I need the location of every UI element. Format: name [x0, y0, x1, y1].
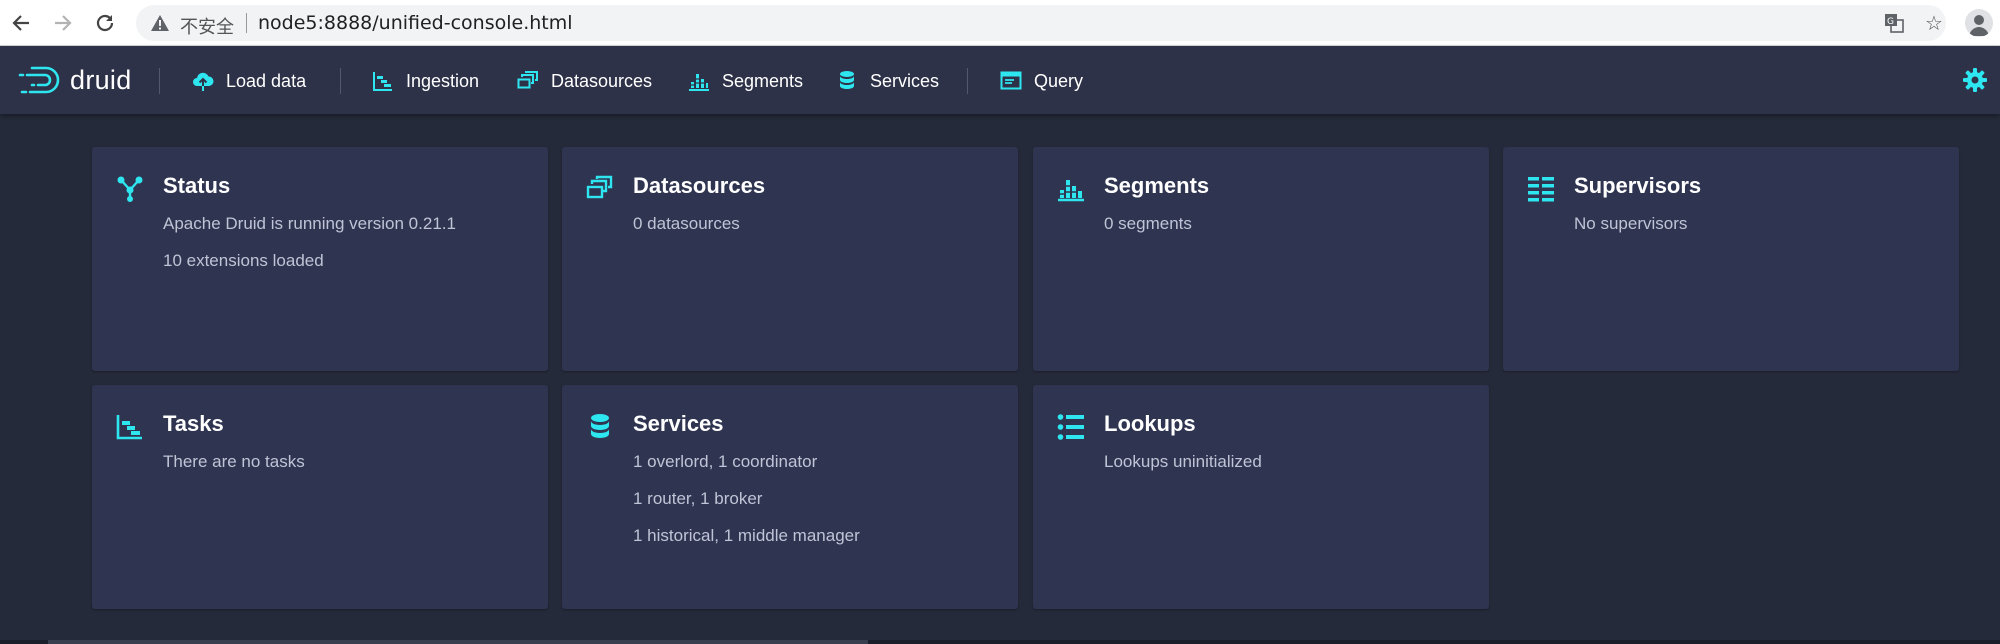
database-icon	[591, 414, 609, 438]
nav-load-data[interactable]: Load data	[192, 66, 306, 96]
warning-icon	[151, 15, 169, 31]
nav-label: Services	[870, 70, 940, 91]
git-branch-icon	[117, 176, 143, 202]
database-icon	[840, 71, 854, 89]
nav-label: Datasources	[551, 70, 653, 91]
card-title: Tasks	[163, 411, 224, 436]
back-arrow-icon	[12, 15, 29, 31]
card-text: 10 extensions loaded	[163, 251, 324, 270]
multi-select-icon	[586, 175, 613, 199]
application-icon	[1000, 71, 1022, 90]
navbar-divider	[340, 68, 341, 94]
settings-gear-icon[interactable]	[1962, 67, 1988, 93]
datasources-card[interactable]: Datasources 0 datasources	[562, 147, 1018, 371]
segments-card[interactable]: Segments 0 segments	[1033, 147, 1489, 371]
properties-list-icon	[1057, 414, 1084, 440]
multi-select-icon	[517, 71, 538, 89]
card-title: Segments	[1104, 173, 1210, 198]
stacked-chart-icon	[1058, 180, 1084, 202]
logo-text: druid	[70, 64, 132, 95]
svg-text:G: G	[1887, 17, 1894, 27]
card-text: 0 datasources	[633, 214, 740, 233]
omnibox-divider	[246, 13, 247, 33]
nav-label: Load data	[226, 70, 307, 91]
card-text: Lookups uninitialized	[1104, 452, 1262, 471]
card-title: Supervisors	[1574, 173, 1702, 198]
card-title: Status	[163, 173, 231, 198]
card-title: Lookups	[1104, 411, 1196, 436]
insecure-label: 不安全	[180, 17, 234, 38]
stacked-chart-icon	[689, 74, 709, 91]
card-text: Apache Druid is running version 0.21.1	[163, 214, 456, 233]
url-text[interactable]: node5:8888/unified-console.html	[258, 12, 573, 34]
nav-datasources[interactable]: Datasources	[517, 66, 652, 96]
back-button[interactable]	[6, 8, 36, 38]
card-text: There are no tasks	[163, 452, 305, 471]
card-text: 0 segments	[1104, 214, 1192, 233]
nav-services[interactable]: Services	[836, 66, 939, 96]
forward-button[interactable]	[48, 8, 78, 38]
gantt-chart-icon	[373, 72, 392, 91]
address-bar[interactable]: 不安全 node5:8888/unified-console.html G ☆	[136, 5, 1946, 41]
gantt-chart-icon	[116, 415, 142, 440]
status-card[interactable]: Status Apache Druid is running version 0…	[92, 147, 548, 371]
supervisors-card[interactable]: Supervisors No supervisors	[1503, 147, 1959, 371]
profile-avatar-icon[interactable]	[1965, 9, 1993, 37]
nav-label: Ingestion	[406, 70, 480, 91]
card-text: 1 historical, 1 middle manager	[633, 526, 860, 545]
card-title: Datasources	[633, 173, 766, 198]
nav-ingestion[interactable]: Ingestion	[372, 66, 479, 96]
nav-label: Query	[1034, 70, 1084, 91]
card-text: No supervisors	[1574, 214, 1688, 233]
reload-button[interactable]	[90, 8, 120, 38]
reload-icon	[96, 14, 114, 32]
cloud-upload-icon	[193, 72, 214, 91]
nav-segments[interactable]: Segments	[688, 66, 803, 96]
card-text: 1 router, 1 broker	[633, 489, 763, 508]
horizontal-scrollbar-thumb[interactable]	[48, 640, 868, 644]
druid-navbar: druid Load data Ingestion Datasources Se…	[0, 46, 2000, 114]
card-text: 1 overlord, 1 coordinator	[633, 452, 818, 471]
bookmark-star-icon[interactable]: ☆	[1922, 11, 1946, 35]
lookups-card[interactable]: Lookups Lookups uninitialized	[1033, 385, 1489, 609]
forward-arrow-icon	[55, 15, 72, 31]
translate-icon[interactable]: G	[1882, 11, 1906, 35]
tasks-card[interactable]: Tasks There are no tasks	[92, 385, 548, 609]
nav-label: Segments	[722, 70, 804, 91]
navbar-divider	[159, 68, 160, 94]
list-columns-icon	[1528, 177, 1554, 202]
nav-query[interactable]: Query	[1000, 66, 1083, 96]
navbar-divider	[967, 68, 968, 94]
card-title: Services	[633, 411, 724, 436]
browser-toolbar: 不安全 node5:8888/unified-console.html G ☆	[0, 0, 2000, 46]
druid-logo-icon	[18, 66, 60, 94]
druid-logo[interactable]: druid	[18, 62, 132, 98]
services-card[interactable]: Services 1 overlord, 1 coordinator 1 rou…	[562, 385, 1018, 609]
